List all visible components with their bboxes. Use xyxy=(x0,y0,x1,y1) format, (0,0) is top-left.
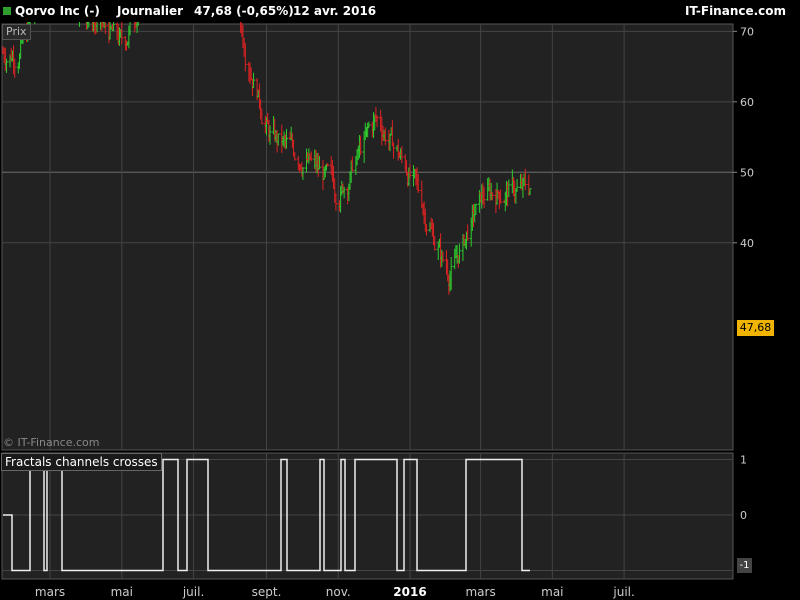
watermark: © IT-Finance.com xyxy=(3,436,100,449)
y-tick-label: 50 xyxy=(740,166,754,179)
price-panel-tag: Prix xyxy=(2,24,31,40)
x-tick-label: juil. xyxy=(612,585,634,599)
chart-canvas: 90807060504010marsmaijuil.sept.nov.2016m… xyxy=(0,0,800,600)
x-tick-label: mars xyxy=(35,585,65,599)
indicator-last-value: -1 xyxy=(737,558,752,573)
x-tick-label: mars xyxy=(465,585,495,599)
date-label: 12 avr. 2016 xyxy=(293,4,377,18)
instrument-title: Qorvo Inc (-) xyxy=(15,4,100,18)
x-tick-label: sept. xyxy=(252,585,282,599)
price-panel xyxy=(1,23,734,451)
period-label: Journalier xyxy=(117,4,184,18)
indicator-panel xyxy=(1,452,734,580)
y-tick-label: 60 xyxy=(740,96,754,109)
x-tick-label: juil. xyxy=(182,585,204,599)
y-tick-label: 1 xyxy=(740,454,747,467)
site-link[interactable]: IT-Finance.com xyxy=(685,4,786,18)
indicator-title: Fractals channels crosses xyxy=(1,453,162,471)
y-tick-label: 0 xyxy=(740,509,747,522)
price-change-label: 47,68 (-0,65%) xyxy=(194,4,294,18)
status-icon xyxy=(3,7,11,15)
y-tick-label: 70 xyxy=(740,25,754,38)
x-tick-label: nov. xyxy=(326,585,351,599)
x-tick-label: mai xyxy=(541,585,563,599)
x-tick-label: 2016 xyxy=(393,585,426,599)
y-tick-label: 40 xyxy=(740,237,754,250)
chart-header: Qorvo Inc (-) Journalier 47,68 (-0,65%) … xyxy=(0,0,800,22)
x-tick-label: mai xyxy=(111,585,133,599)
last-price-label: 47,68 xyxy=(737,320,774,336)
